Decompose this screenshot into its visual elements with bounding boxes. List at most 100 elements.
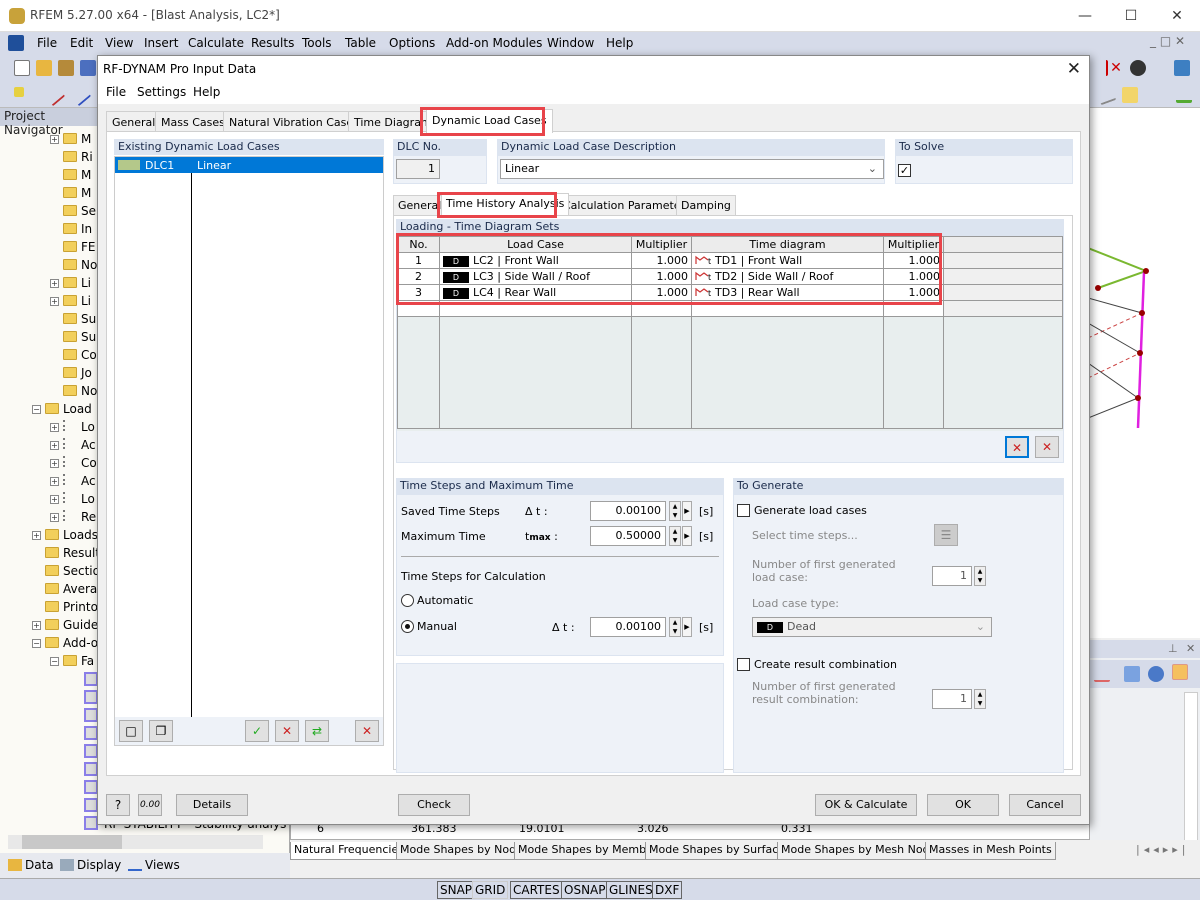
- cell-td-multiplier[interactable]: 1.000: [883, 284, 944, 301]
- saved-time-step-arrow[interactable]: ▶: [682, 501, 692, 521]
- navigator-item[interactable]: M: [50, 186, 91, 204]
- expand-icon[interactable]: +: [50, 423, 59, 432]
- info-icon[interactable]: [1130, 60, 1146, 76]
- first-lc-input[interactable]: 1: [932, 566, 972, 586]
- maximize-button[interactable]: ☐: [1108, 4, 1154, 28]
- first-rc-spinner[interactable]: ▲ ▼: [974, 689, 986, 709]
- menu-window[interactable]: Window: [547, 36, 594, 50]
- navigator-addon-item[interactable]: [84, 798, 98, 816]
- navigator-item-load[interactable]: − Load: [32, 402, 92, 420]
- model-viewport[interactable]: [1087, 108, 1200, 638]
- menu-results[interactable]: Results: [251, 36, 294, 50]
- navigator-item[interactable]: M: [50, 168, 91, 186]
- cell-multiplier[interactable]: 1.000: [631, 284, 692, 301]
- cell-no[interactable]: 3: [397, 284, 440, 301]
- new-file-icon[interactable]: [14, 60, 30, 76]
- tab-masses-mesh-points[interactable]: Masses in Mesh Points: [925, 842, 1056, 860]
- navigator-item[interactable]: Co: [50, 348, 97, 366]
- navigator-item[interactable]: No: [50, 384, 97, 402]
- menu-table[interactable]: Table: [345, 36, 376, 50]
- close-app-button[interactable]: ✕: [1154, 4, 1200, 28]
- to-solve-checkbox[interactable]: ✓: [898, 164, 911, 177]
- node-icon[interactable]: [14, 87, 24, 97]
- manual-time-step-spinner[interactable]: ▲ ▼: [669, 617, 681, 637]
- navigator-item[interactable]: + Li: [50, 294, 91, 312]
- minimize-button[interactable]: —: [1062, 4, 1108, 28]
- save-icon[interactable]: [80, 60, 96, 76]
- check-button[interactable]: Check: [398, 794, 470, 816]
- first-lc-spinner[interactable]: ▲ ▼: [974, 566, 986, 586]
- navigator-item[interactable]: − Fa: [50, 654, 94, 672]
- dxf-toggle[interactable]: DXF: [652, 881, 683, 899]
- generate-load-cases-checkbox[interactable]: [737, 504, 750, 517]
- navigator-item[interactable]: In: [50, 222, 92, 240]
- navigator-addon-item[interactable]: [84, 708, 98, 726]
- member-info-icon[interactable]: [1148, 666, 1164, 682]
- help-button[interactable]: ?: [106, 794, 130, 816]
- time-diagram-icon[interactable]: [1094, 666, 1110, 682]
- tab-mode-shapes-surface[interactable]: Mode Shapes by Surface: [645, 842, 790, 860]
- navigator-item[interactable]: + Ac: [50, 474, 96, 492]
- dialog-close-icon[interactable]: ✕: [1067, 59, 1081, 79]
- select-all-button[interactable]: ✓: [245, 720, 269, 742]
- cell-time-diagram[interactable]: t TD1 | Front Wall: [691, 252, 884, 269]
- menu-add-on-modules[interactable]: Add-on Modules: [446, 36, 542, 50]
- delete-row-button[interactable]: ✕: [1005, 436, 1029, 458]
- subtab-general[interactable]: General: [393, 195, 447, 215]
- details-button[interactable]: Details: [176, 794, 248, 816]
- manual-time-step-input[interactable]: 0.00100: [590, 617, 666, 637]
- navigator-addon-item[interactable]: [84, 744, 98, 762]
- select-time-steps-button[interactable]: ☰: [934, 524, 958, 546]
- navigator-addon-item[interactable]: [84, 780, 98, 798]
- navigator-item[interactable]: Su: [50, 312, 96, 330]
- menu-file[interactable]: File: [37, 36, 57, 50]
- menu-calculate[interactable]: Calculate: [188, 36, 244, 50]
- cell-no[interactable]: 1: [397, 252, 440, 269]
- cartes-toggle[interactable]: CARTES: [510, 881, 563, 899]
- create-result-combination-checkbox[interactable]: [737, 658, 750, 671]
- tab-natural-frequencies[interactable]: Natural Frequencies: [290, 842, 408, 860]
- layout-icon[interactable]: [1122, 87, 1138, 103]
- menu-options[interactable]: Options: [389, 36, 435, 50]
- open-file-icon[interactable]: [36, 60, 52, 76]
- tab-scroll-arrows[interactable]: |◂◂▸▸|: [1136, 843, 1190, 856]
- maximum-time-arrow[interactable]: ▶: [682, 526, 692, 546]
- invert-selection-button[interactable]: ⇄: [305, 720, 329, 742]
- delete-nodes-icon[interactable]: ✕: [1108, 60, 1124, 76]
- navigator-item[interactable]: Su: [50, 330, 96, 348]
- cell-load-case[interactable]: D LC2 | Front Wall: [439, 252, 632, 269]
- osnap-toggle[interactable]: OSNAP: [561, 881, 609, 899]
- list-item-dlc1[interactable]: DLC1 Linear: [115, 157, 383, 173]
- navigator-item[interactable]: Printo: [32, 600, 98, 618]
- menu-tools[interactable]: Tools: [302, 36, 332, 50]
- navigator-addon-item[interactable]: [84, 726, 98, 744]
- snap-toggle[interactable]: SNAP: [437, 881, 476, 899]
- cell-multiplier[interactable]: 1.000: [631, 252, 692, 269]
- dialog-menu-help[interactable]: Help: [193, 85, 220, 99]
- navigator-item[interactable]: Avera: [32, 582, 97, 600]
- cell-load-case[interactable]: D LC3 | Side Wall / Roof: [439, 268, 632, 285]
- navigator-addon-item[interactable]: [84, 762, 98, 780]
- cell-time-diagram[interactable]: t TD3 | Rear Wall: [691, 284, 884, 301]
- expand-icon[interactable]: +: [50, 279, 59, 288]
- cell-time-diagram[interactable]: t TD2 | Side Wall / Roof: [691, 268, 884, 285]
- navigator-addon-item[interactable]: [84, 690, 98, 708]
- section-icon[interactable]: [1095, 84, 1117, 106]
- navigator-item[interactable]: + Re: [50, 510, 96, 528]
- navigator-item[interactable]: Se: [50, 204, 96, 222]
- navigator-item[interactable]: + Lo: [50, 420, 95, 438]
- navigator-item[interactable]: Ri: [50, 150, 93, 168]
- navigator-item[interactable]: FE: [50, 240, 95, 258]
- child-window-controls[interactable]: _ □ ✕: [1150, 34, 1185, 48]
- dialog-menu-settings[interactable]: Settings: [137, 85, 186, 99]
- navigator-item[interactable]: + Co: [50, 456, 97, 474]
- copy-case-button[interactable]: ❐: [149, 720, 173, 742]
- results-scrollbar[interactable]: [1184, 692, 1198, 842]
- tab-mass-cases[interactable]: Mass Cases: [155, 111, 231, 133]
- navigator-item[interactable]: Result: [32, 546, 100, 564]
- tab-mode-shapes-member[interactable]: Mode Shapes by Member: [514, 842, 662, 860]
- nav-tab-views[interactable]: Views: [128, 858, 180, 872]
- ok-calculate-button[interactable]: OK & Calculate: [815, 794, 917, 816]
- expand-icon[interactable]: +: [32, 621, 41, 630]
- tab-mode-shapes-node[interactable]: Mode Shapes by Node: [396, 842, 527, 860]
